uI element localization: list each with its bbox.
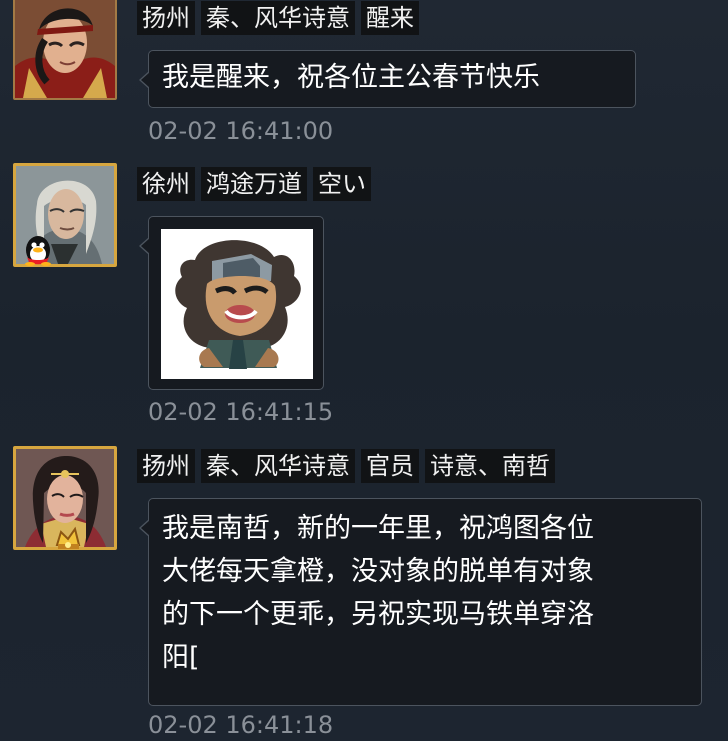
message-3-tags: 扬州 秦、风华诗意 官员 诗意、南哲 (137, 449, 555, 483)
alliance-tag: 秦、风华诗意 (201, 449, 355, 483)
cartoon-warrior-sticker[interactable] (161, 229, 313, 379)
region-tag: 徐州 (137, 167, 195, 201)
role-tag: 官员 (361, 449, 419, 483)
gold-crown-badge-icon (55, 526, 81, 549)
player-name-tag: 诗意、南哲 (425, 449, 555, 483)
male-warrior-avatar[interactable] (13, 0, 117, 100)
message-1-timestamp: 02-02 16:41:00 (148, 117, 334, 145)
message-2-sticker-bubble (139, 216, 324, 390)
alliance-tag: 秦、风华诗意 (201, 1, 355, 35)
silver-hair-avatar[interactable] (13, 163, 117, 267)
message-1-bubble: 我是醒来，祝各位主公春节快乐 (139, 50, 636, 108)
region-tag: 扬州 (137, 449, 195, 483)
player-name-tag: 空い (313, 167, 371, 201)
message-2-timestamp: 02-02 16:41:15 (148, 398, 334, 426)
message-1-tags: 扬州 秦、风华诗意 醒来 (137, 1, 419, 35)
alliance-tag: 鸿途万道 (201, 167, 307, 201)
qq-penguin-icon (25, 236, 51, 266)
female-general-avatar[interactable] (13, 446, 117, 550)
message-3-timestamp: 02-02 16:41:18 (148, 711, 334, 739)
chat-window: 扬州 秦、风华诗意 醒来 我是醒来，祝各位主公春节快乐 02-02 16:41:… (0, 0, 728, 741)
region-tag: 扬州 (137, 1, 195, 35)
message-3-bubble: 我是南哲，新的一年里，祝鸿图各位 大佬每天拿橙，没对象的脱单有对象 的下一个更乖… (139, 498, 702, 706)
message-1-text: 我是醒来，祝各位主公春节快乐 (162, 62, 540, 93)
message-2-tags: 徐州 鸿途万道 空い (137, 167, 371, 201)
message-3-text: 我是南哲，新的一年里，祝鸿图各位 大佬每天拿橙，没对象的脱单有对象 的下一个更乖… (162, 513, 594, 673)
player-name-tag: 醒来 (361, 1, 419, 35)
male-warrior-avatar-image (15, 0, 115, 98)
